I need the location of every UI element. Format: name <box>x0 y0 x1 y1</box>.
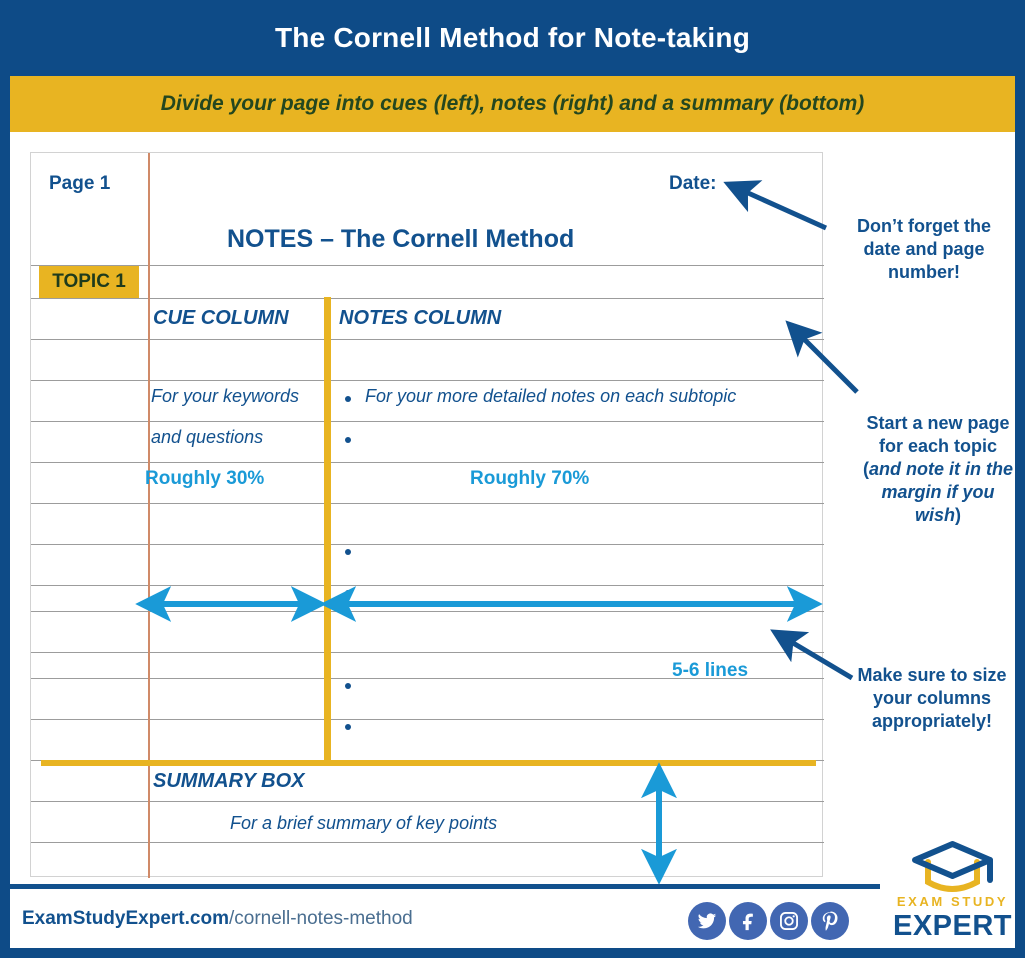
graduation-cap-icon <box>912 841 993 892</box>
notes-bullet-marker <box>345 724 351 730</box>
ruled-line <box>31 585 824 586</box>
summary-box-text: For a brief summary of key points <box>230 813 498 833</box>
page-subtitle: Divide your page into cues (left), notes… <box>160 92 865 115</box>
ruled-line <box>31 421 824 422</box>
notes-bullet-text-1: For your more detailed notes on each sub… <box>365 386 737 406</box>
measure-label-notes-width: Roughly 70% <box>470 468 590 489</box>
notes-title: NOTES – The Cornell Method <box>227 225 575 253</box>
notes-bullet-marker <box>345 683 351 689</box>
infographic-page: The Cornell Method for Note-taking Divid… <box>0 0 1025 958</box>
logo-text-bottom: EXPERT <box>892 910 1013 942</box>
summary-divider-gold <box>41 760 816 766</box>
topic-badge: TOPIC 1 <box>39 266 139 298</box>
pinterest-icon[interactable] <box>811 902 849 940</box>
annotation-new-page-tail: ) <box>955 505 961 526</box>
ruled-line <box>31 652 824 653</box>
frame-border-bottom <box>0 948 1025 958</box>
logo-text-top: EXAM STUDY <box>896 894 1009 909</box>
notes-bullet-marker <box>345 549 351 555</box>
twitter-icon[interactable] <box>688 902 726 940</box>
notes-bullet-marker <box>345 590 351 596</box>
margin-line <box>148 153 150 878</box>
ruled-line <box>31 842 824 843</box>
facebook-glyph <box>742 913 753 931</box>
instagram-glyph <box>780 912 798 930</box>
ruled-line <box>31 801 824 802</box>
footer-url-domain: ExamStudyExpert.com <box>22 908 229 929</box>
twitter-glyph <box>697 913 717 929</box>
annotation-new-page: Start a new page for each topic (and not… <box>862 412 1014 527</box>
ruled-line <box>31 544 824 545</box>
measure-label-summary-height: 5-6 lines <box>672 660 749 681</box>
notebook-page: Page 1 Date: NOTES – The Cornell Method … <box>30 152 824 878</box>
ruled-line <box>31 611 824 612</box>
subtitle-band: Divide your page into cues (left), notes… <box>10 76 1015 132</box>
annotation-column-size: Make sure to size your columns appropria… <box>857 665 1007 732</box>
frame-border-left <box>0 0 10 958</box>
annotation-new-page-italic: and note it in the margin if you wish <box>869 459 1013 526</box>
summary-box-heading: SUMMARY BOX <box>153 770 305 792</box>
notes-bullet-marker <box>345 437 351 443</box>
measure-label-cue-width: Roughly 30% <box>145 468 265 489</box>
notes-bullet-marker <box>345 396 351 402</box>
footer-url-path: /cornell-notes-method <box>228 908 413 929</box>
cue-text-line-1: For your keywords <box>151 386 300 406</box>
facebook-icon[interactable] <box>729 902 767 940</box>
ruled-line <box>31 503 824 504</box>
page-title: The Cornell Method for Note-taking <box>274 22 750 53</box>
footer-divider <box>10 884 880 889</box>
ruled-line <box>31 462 824 463</box>
page-number-label: Page 1 <box>49 173 111 194</box>
title-band: The Cornell Method for Note-taking <box>0 0 1025 76</box>
pinterest-glyph <box>822 911 838 931</box>
ruled-line <box>31 719 824 720</box>
ruled-line <box>31 265 824 266</box>
annotation-date-page: Don’t forget the date and page number! <box>857 216 991 283</box>
column-divider-gold <box>324 297 331 763</box>
frame-border-right <box>1015 0 1025 958</box>
cue-column-heading: CUE COLUMN <box>153 307 289 329</box>
footer-url[interactable]: ExamStudyExpert.com/cornell-notes-method <box>22 908 413 930</box>
instagram-icon[interactable] <box>770 902 808 940</box>
notes-column-heading: NOTES COLUMN <box>339 307 502 329</box>
ruled-line <box>31 298 824 299</box>
date-label: Date: <box>669 173 717 194</box>
ruled-line <box>31 380 824 381</box>
ruled-line <box>31 339 824 340</box>
cue-text-line-2: and questions <box>151 427 264 447</box>
brand-logo: EXAM STUDY EXPERT <box>890 838 1015 946</box>
